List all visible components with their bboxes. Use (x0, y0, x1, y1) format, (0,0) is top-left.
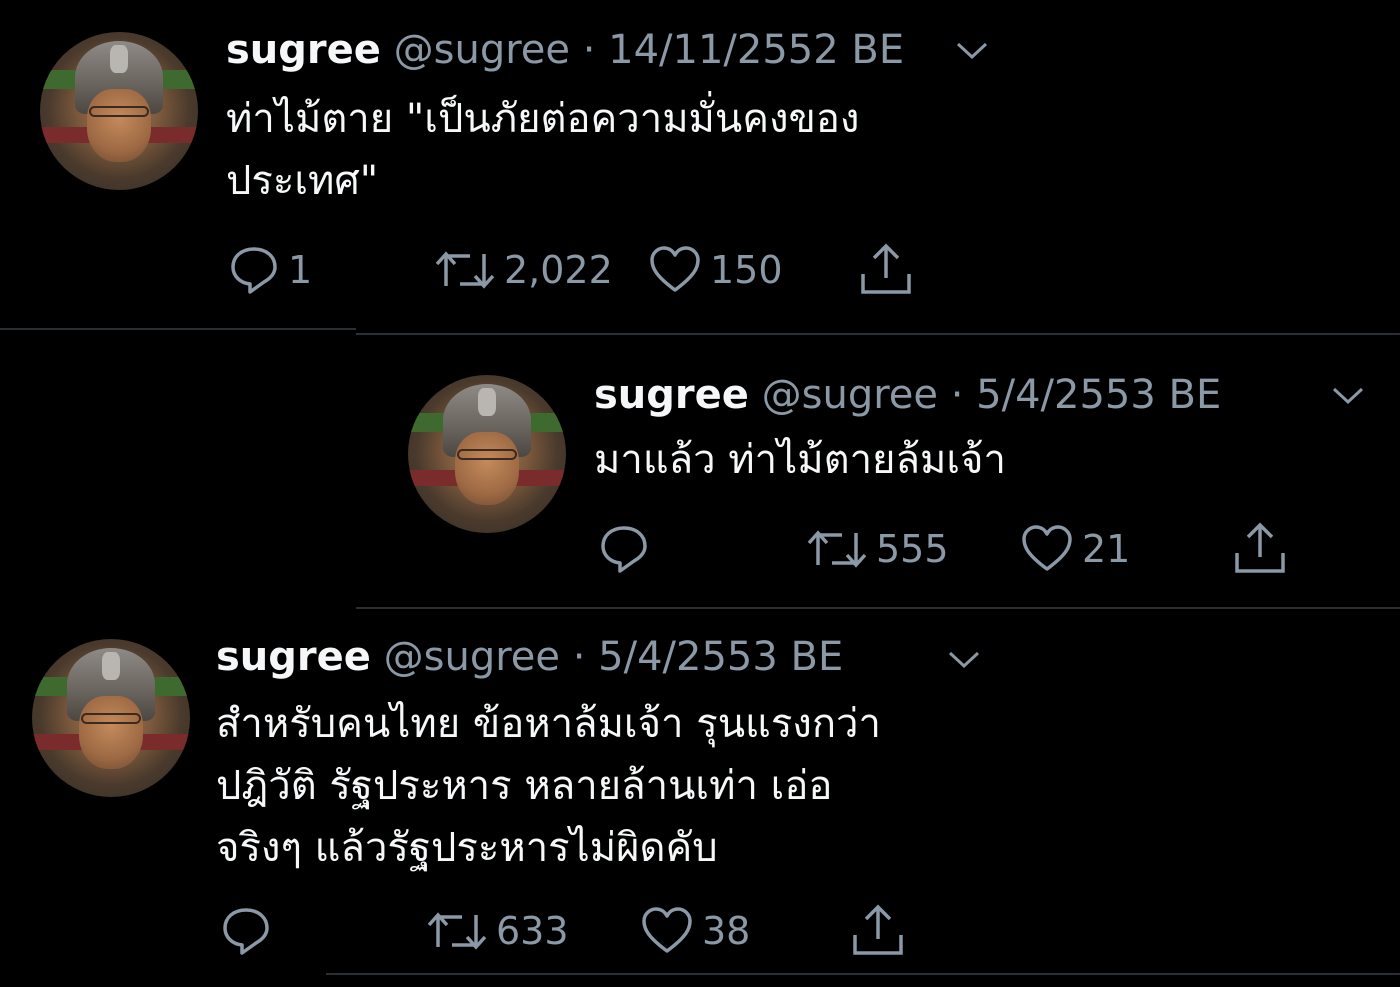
share-icon (853, 904, 903, 955)
like-button[interactable]: 150 (648, 242, 783, 298)
share-button[interactable] (858, 242, 914, 298)
tweet-text-line: ประเทศ" (226, 158, 379, 204)
divider (0, 328, 356, 330)
tweet-header: sugree @sugree · 5/4/2553 BE (216, 633, 843, 681)
like-count: 21 (1082, 527, 1131, 571)
like-button[interactable]: 21 (1020, 521, 1130, 577)
chevron-down-icon[interactable] (954, 40, 990, 62)
tweet-date[interactable]: 5/4/2553 BE (976, 372, 1221, 418)
tweet-text: ท่าไม้ตาย "เป็นภัยต่อความมั่นคงของ ประเท… (226, 88, 859, 212)
tweet-header: sugree @sugree · 5/4/2553 BE (594, 371, 1221, 419)
author-name[interactable]: sugree (216, 634, 371, 680)
reply-button[interactable] (598, 521, 658, 577)
chevron-down-icon[interactable] (946, 649, 982, 671)
reply-count: 1 (288, 248, 313, 292)
like-count: 38 (702, 909, 751, 953)
divider (326, 973, 1400, 975)
author-name[interactable]: sugree (226, 27, 381, 73)
tweet[interactable]: sugree @sugree · 5/4/2553 BE มาแล้ว ท่าไ… (0, 335, 1400, 609)
tweet-text-line: มาแล้ว ท่าไม้ตายล้มเจ้า (594, 437, 1006, 483)
like-icon (650, 246, 700, 292)
like-count: 150 (710, 248, 783, 292)
like-icon (1022, 525, 1072, 571)
reply-icon (601, 526, 647, 573)
retweet-button[interactable]: 2,022 (434, 242, 613, 298)
retweet-count: 555 (876, 527, 949, 571)
avatar[interactable] (40, 32, 198, 190)
author-handle[interactable]: @sugree (762, 372, 938, 418)
reply-icon (231, 247, 277, 294)
avatar[interactable] (32, 639, 190, 797)
like-icon (642, 907, 692, 953)
reply-button[interactable] (220, 903, 280, 959)
retweet-icon (435, 251, 495, 289)
separator-dot: · (572, 634, 586, 680)
share-icon (861, 243, 911, 294)
retweet-count: 2,022 (504, 248, 613, 292)
share-icon (1235, 522, 1285, 573)
tweet-date[interactable]: 14/11/2552 BE (608, 27, 904, 73)
retweet-icon (807, 530, 867, 568)
like-button[interactable]: 38 (640, 903, 750, 959)
tweet-date[interactable]: 5/4/2553 BE (598, 634, 843, 680)
tweet-text: สำหรับคนไทย ข้อหาล้มเจ้า รุนแรงกว่า ปฎิว… (216, 693, 881, 879)
retweet-button[interactable]: 633 (426, 903, 569, 959)
separator-dot: · (582, 27, 596, 73)
author-name[interactable]: sugree (594, 372, 749, 418)
share-button[interactable] (850, 903, 906, 959)
avatar[interactable] (408, 375, 566, 533)
retweet-icon (427, 912, 487, 950)
reply-icon (223, 908, 269, 955)
author-handle[interactable]: @sugree (384, 634, 560, 680)
retweet-button[interactable]: 555 (806, 521, 949, 577)
tweet-text-line: จริงๆ แล้วรัฐประหารไม่ผิดคับ (216, 825, 718, 871)
tweet-header: sugree @sugree · 14/11/2552 BE (226, 26, 904, 74)
tweet-text-line: ท่าไม้ตาย "เป็นภัยต่อความมั่นคงของ (226, 96, 860, 142)
tweet-text-line: สำหรับคนไทย ข้อหาล้มเจ้า รุนแรงกว่า (216, 701, 881, 747)
share-button[interactable] (1232, 521, 1288, 577)
tweet[interactable]: sugree @sugree · 5/4/2553 BE สำหรับคนไทย… (0, 609, 1400, 987)
tweet[interactable]: sugree @sugree · 14/11/2552 BE ท่าไม้ตาย… (0, 0, 1400, 335)
tweet-text: มาแล้ว ท่าไม้ตายล้มเจ้า (594, 429, 1006, 491)
author-handle[interactable]: @sugree (394, 27, 570, 73)
tweet-text-line: ปฎิวัติ รัฐประหาร หลายล้านเท่า เอ่อ (216, 763, 833, 809)
separator-dot: · (950, 372, 964, 418)
retweet-count: 633 (496, 909, 569, 953)
chevron-down-icon[interactable] (1330, 385, 1366, 407)
reply-button[interactable]: 1 (228, 242, 312, 298)
